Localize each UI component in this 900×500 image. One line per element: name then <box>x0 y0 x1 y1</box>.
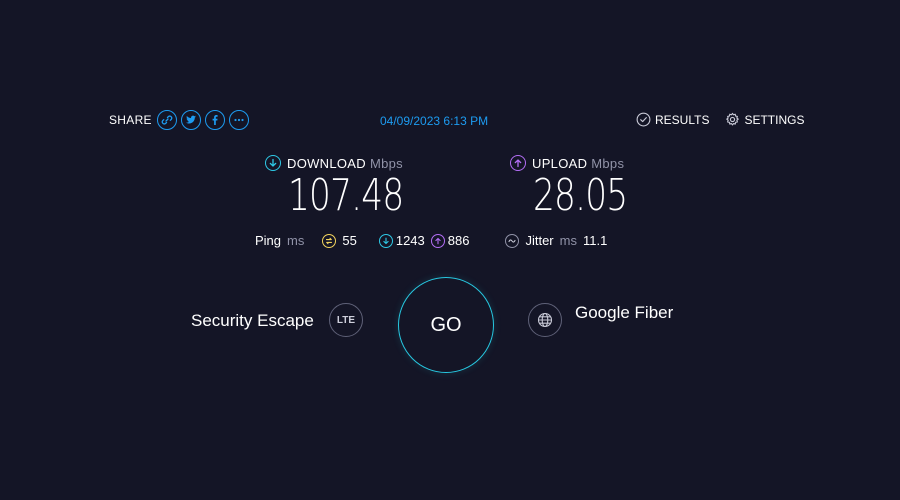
download-metric: DOWNLOAD Mbps 107.48 <box>265 155 436 221</box>
jitter-icon <box>505 233 520 248</box>
download-latency-icon[interactable] <box>378 233 393 248</box>
facebook-icon[interactable] <box>204 110 225 130</box>
upload-latency-icon[interactable] <box>430 233 445 248</box>
link-icon[interactable] <box>156 110 177 130</box>
settings-button[interactable]: SETTINGS <box>725 112 804 127</box>
test-timestamp: 04/09/2023 6:13 PM <box>380 114 489 128</box>
download-label: DOWNLOAD <box>287 155 366 171</box>
isp-name-right[interactable]: Google Fiber <box>575 303 673 323</box>
jitter-label: Jitter <box>525 233 554 248</box>
ping-unit: ms <box>287 233 305 248</box>
globe-icon[interactable] <box>528 303 562 337</box>
speedtest-page: SHARE 04/09/2023 6:13 PM RESULTS SETTING… <box>0 0 900 500</box>
results-label: RESULTS <box>655 112 710 127</box>
share-label: SHARE <box>109 113 152 127</box>
ping-upload-value: 886 <box>447 233 470 248</box>
ping-download-value: 1243 <box>395 233 425 248</box>
gear-icon <box>726 112 740 126</box>
ping-jitter-row: Ping ms 55 1243 886 Jitter ms 11.1 <box>255 233 607 248</box>
jitter-unit: ms <box>559 233 577 248</box>
idle-latency-icon[interactable] <box>322 233 337 248</box>
results-button[interactable]: RESULTS <box>636 112 709 127</box>
go-button[interactable]: GO <box>398 277 494 373</box>
upload-metric: UPLOAD Mbps 28.05 <box>510 155 654 221</box>
isp-name-left[interactable]: Security Escape <box>191 311 314 331</box>
jitter-value: 11.1 <box>582 233 608 248</box>
upload-value: 28.05 <box>533 170 628 221</box>
upload-arrow-icon <box>510 155 526 171</box>
ping-idle-value: 55 <box>342 233 357 248</box>
more-icon[interactable] <box>228 110 249 130</box>
upload-unit: Mbps <box>591 155 625 171</box>
settings-label: SETTINGS <box>744 112 805 127</box>
check-circle-icon <box>636 112 651 127</box>
connection-type-badge[interactable]: LTE <box>329 303 363 337</box>
top-nav: RESULTS SETTINGS <box>636 112 804 127</box>
download-unit: Mbps <box>369 155 403 171</box>
download-value: 107.48 <box>288 170 404 221</box>
upload-label: UPLOAD <box>532 155 588 171</box>
twitter-icon[interactable] <box>180 110 201 130</box>
share-bar: SHARE <box>109 109 249 131</box>
ping-label: Ping <box>255 233 282 248</box>
download-arrow-icon <box>265 155 281 171</box>
